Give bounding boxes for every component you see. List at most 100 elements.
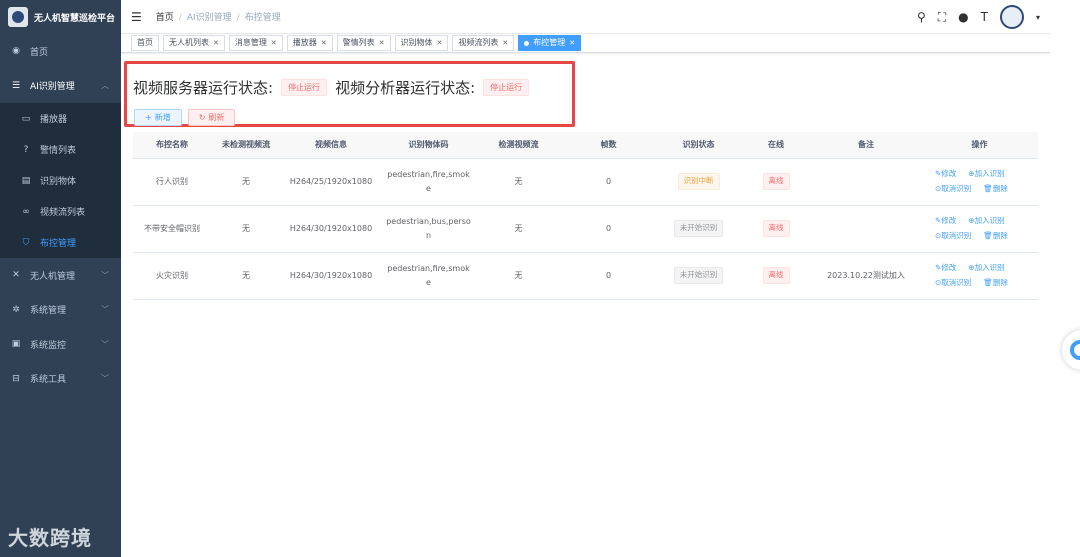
delete-link[interactable]: 🗑删除 (983, 231, 1014, 240)
list-icon: ☰ (11, 80, 21, 91)
edit-link[interactable]: ✎修改 (935, 263, 962, 272)
online-badge: 离线 (762, 173, 790, 190)
logo-icon (8, 7, 28, 27)
sidebar-item-ai[interactable]: ☰ AI识别管理 ︿ (0, 69, 121, 104)
header-video-info: 视频信息 (281, 132, 381, 159)
edit-link[interactable]: ✎修改 (935, 216, 962, 225)
tag-home[interactable]: 首页 (131, 35, 159, 51)
sidebar-item-alarms[interactable]: ? 警情列表 (0, 134, 121, 165)
search-icon[interactable]: ⚲ (917, 10, 926, 24)
app-title: 无人机智慧巡检平台 (34, 13, 116, 24)
online-badge: 离线 (762, 220, 790, 237)
plus-icon: + (145, 113, 152, 122)
header-ops: 操作 (921, 132, 1038, 159)
tag-control[interactable]: 布控管理 ✕ (518, 35, 582, 51)
gear-icon: ✲ (12, 304, 20, 315)
sidebar-item-home[interactable]: ◉ 首页 (0, 34, 121, 69)
navbar: ☰ 首页 / AI识别管理 / 布控管理 ⚲ ⛶ ● T ▾ (121, 0, 1050, 34)
control-table: 布控名称 未检测视频流 视频信息 识别物体码 检测视频流 帧数 识别状态 在线 … (133, 132, 1038, 300)
sidebar-item-streams[interactable]: ∞ 视频流列表 (0, 196, 121, 227)
main-content: ☰ 首页 / AI识别管理 / 布控管理 ⚲ ⛶ ● T ▾ 首页 无人机列表 ✕ 消息管… (121, 0, 1050, 557)
tag-objects[interactable]: 识别物体 ✕ (394, 35, 449, 51)
close-icon[interactable]: ✕ (213, 36, 219, 50)
cancel-recognition-link[interactable]: ⊙取消识别 (935, 231, 977, 240)
app-logo[interactable]: 无人机智慧巡检平台 (0, 0, 121, 34)
row-ops: ✎修改 ⊕加入识别 ⊙取消识别 🗑删除 (921, 252, 1038, 300)
breadcrumb-current: 布控管理 (244, 13, 281, 23)
close-icon[interactable]: ✕ (271, 36, 277, 50)
hamburger-icon[interactable]: ☰ (131, 10, 142, 24)
action-buttons: + 新增 ↻ 刷新 (134, 109, 236, 126)
tag-drone-list[interactable]: 无人机列表 ✕ (163, 35, 225, 51)
table-header: 布控名称 未检测视频流 视频信息 识别物体码 检测视频流 帧数 识别状态 在线 … (133, 132, 1038, 159)
cancel-recognition-link[interactable]: ⊙取消识别 (935, 184, 977, 193)
edit-link[interactable]: ✎修改 (935, 169, 962, 178)
header-objects: 识别物体码 (381, 132, 476, 159)
github-icon[interactable]: ● (958, 10, 968, 24)
server-status-badge: 停止运行 (281, 79, 328, 96)
circle-icon (1070, 340, 1080, 360)
tag-player[interactable]: 播放器 ✕ (286, 35, 333, 51)
dashboard-icon: ◉ (12, 46, 20, 57)
close-icon[interactable]: ✕ (437, 36, 443, 50)
breadcrumb-home[interactable]: 首页 (156, 13, 174, 23)
chevron-down-icon: ﹀ (101, 270, 109, 280)
close-icon[interactable]: ✕ (502, 36, 508, 50)
sidebar-item-monitor[interactable]: ▣ 系统监控 ﹀ (0, 327, 121, 362)
add-recognition-link[interactable]: ⊕加入识别 (968, 169, 1010, 178)
font-size-icon[interactable]: T (981, 10, 988, 24)
row-ops: ✎修改 ⊕加入识别 ⊙取消识别 🗑删除 (921, 158, 1038, 206)
breadcrumb-ai[interactable]: AI识别管理 (187, 13, 232, 23)
monitor-icon: ▭ (21, 113, 31, 124)
status-line: 视频服务器运行状态: 停止运行 视频分析器运行状态: 停止运行 (133, 77, 537, 98)
chevron-down-icon: ﹀ (101, 339, 109, 349)
add-recognition-link[interactable]: ⊕加入识别 (968, 216, 1010, 225)
header-online: 在线 (741, 132, 811, 159)
table-row: 火灾识别 无 H264/30/1920x1080 pedestrian,fire… (133, 252, 1038, 300)
close-icon[interactable]: ✕ (321, 36, 327, 50)
delete-link[interactable]: 🗑删除 (983, 278, 1014, 287)
header-name: 布控名称 (133, 132, 211, 159)
refresh-button[interactable]: ↻ 刷新 (187, 109, 236, 126)
scroll-area (1050, 0, 1080, 557)
state-badge: 未开始识别 (673, 267, 724, 284)
document-icon: ▤ (21, 175, 31, 186)
header-remark: 备注 (811, 132, 921, 159)
close-icon[interactable]: ✕ (569, 36, 575, 50)
watermark: 大数跨境 (8, 526, 92, 550)
chevron-down-icon: ﹀ (101, 374, 109, 384)
add-button[interactable]: + 新增 (134, 109, 182, 126)
chevron-down-icon[interactable]: ▾ (1036, 13, 1040, 22)
table-row: 行人识别 无 H264/25/1920x1080 pedestrian,fire… (133, 158, 1038, 206)
chevron-up-icon: ︿ (101, 81, 109, 91)
close-icon[interactable]: ✕ (379, 36, 385, 50)
tag-alarms[interactable]: 警情列表 ✕ (336, 35, 391, 51)
breadcrumb: 首页 / AI识别管理 / 布控管理 (155, 13, 281, 23)
tools-icon: ✕ (12, 270, 20, 281)
tag-streams[interactable]: 视频流列表 ✕ (452, 35, 515, 51)
header-detected: 检测视频流 (476, 132, 561, 159)
sidebar: 无人机智慧巡检平台 ◉ 首页 ☰ AI识别管理 ︿ ▭ 播放器 ? 警情列表 ▤… (0, 0, 121, 557)
sidebar-item-drone[interactable]: ✕ 无人机管理 ﹀ (0, 258, 121, 293)
submenu-ai: ▭ 播放器 ? 警情列表 ▤ 识别物体 ∞ 视频流列表 ⛉ 布控管理 (0, 103, 121, 258)
tag-messages[interactable]: 消息管理 ✕ (228, 35, 283, 51)
question-icon: ? (23, 144, 29, 155)
sidebar-item-tools[interactable]: ⊟ 系统工具 ﹀ (0, 362, 121, 397)
cancel-recognition-link[interactable]: ⊙取消识别 (935, 278, 977, 287)
add-recognition-link[interactable]: ⊕加入识别 (968, 263, 1010, 272)
fullscreen-icon[interactable]: ⛶ (938, 10, 946, 25)
online-badge: 离线 (762, 267, 790, 284)
sidebar-item-system[interactable]: ✲ 系统管理 ﹀ (0, 293, 121, 328)
sidebar-item-objects[interactable]: ▤ 识别物体 (0, 165, 121, 196)
sidebar-item-control[interactable]: ⛉ 布控管理 (0, 227, 121, 258)
sidebar-item-player[interactable]: ▭ 播放器 (0, 103, 121, 134)
state-badge: 未开始识别 (673, 220, 724, 237)
delete-link[interactable]: 🗑删除 (983, 184, 1014, 193)
state-badge: 识别中断 (677, 173, 720, 190)
toolbox-icon: ⊟ (12, 373, 20, 384)
navbar-tools: ⚲ ⛶ ● T ▾ (917, 0, 1040, 34)
infinity-icon: ∞ (22, 206, 30, 217)
table-row: 不带安全帽识别 无 H264/30/1920x1080 pedestrian,b… (133, 205, 1038, 253)
server-status-label: 视频服务器运行状态: (133, 79, 274, 97)
avatar[interactable] (999, 5, 1024, 29)
